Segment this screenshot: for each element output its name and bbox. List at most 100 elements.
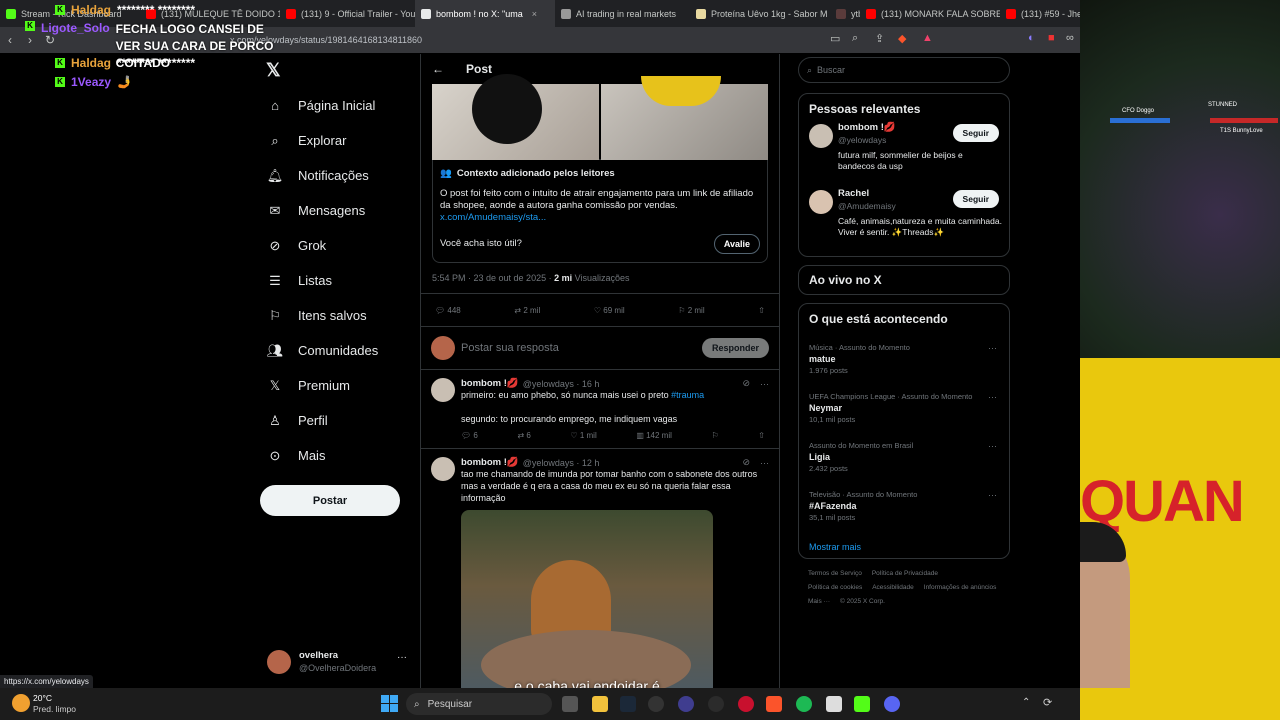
nav-item-7[interactable]: 👥︎ Comunidades [258,333,418,368]
post-media[interactable] [432,74,768,160]
extension-icon-2[interactable]: ■ [1048,32,1055,44]
more-dots-icon[interactable]: ··· [760,379,769,389]
reply-action[interactable]: 💬︎ 448 [435,306,461,315]
person-handle[interactable]: @yelowdays [838,135,886,145]
zoom-icon[interactable]: ⌕ [852,32,858,45]
browser-tab[interactable]: (131) MONARK FALA SOBRE [860,0,1000,27]
reply-tweet[interactable]: bombom !💋 @yelowdays · 12 h ⊘ ··· tao me… [421,449,779,688]
file-explorer-icon[interactable] [592,696,608,712]
avatar[interactable] [431,457,455,481]
show-more-link[interactable]: Mostrar mais [809,542,999,552]
more-dots-icon[interactable]: ··· [397,652,407,663]
avatar[interactable] [431,378,455,402]
trend-item[interactable]: Música · Assunto do Momento matue 1.976 po… [809,340,999,389]
close-tab-icon[interactable]: × [532,9,537,19]
person-name[interactable]: Rachel [838,188,869,199]
steam-icon[interactable] [620,696,636,712]
more-dots-icon[interactable]: ··· [988,343,997,353]
person-handle[interactable]: @Amudemaisy [838,201,896,211]
avatar[interactable] [809,124,833,148]
brave-rewards-icon[interactable]: ▲ [922,32,933,44]
share-icon[interactable]: ⇧ [758,431,765,440]
follow-button[interactable]: Seguir [952,124,999,142]
share-icon[interactable]: ⇪ [875,32,884,45]
back-icon[interactable]: ‹ [0,33,20,47]
app-icon[interactable] [648,696,664,712]
windows-start-icon[interactable] [381,695,398,712]
more-dots-icon[interactable]: ··· [988,441,997,451]
nav-item-10[interactable]: ⊙ Mais [258,438,418,473]
reply-input[interactable]: Postar sua resposta [461,342,696,354]
extension-icon-3[interactable]: ∞ [1066,32,1074,44]
cast-icon[interactable]: ▭ [830,32,840,45]
footer-link[interactable]: © 2025 X Corp. [840,595,885,609]
footer-link[interactable]: Política de Privacidade [872,567,938,581]
tweet-video[interactable]: e o caba vai endoidar é [461,510,713,688]
trend-item[interactable]: UEFA Champions League · Assunto do Momen… [809,389,999,438]
tweet-handle[interactable]: @yelowdays · 12 h [523,458,600,468]
note-link[interactable]: x.com/Amudemaisy/sta... [440,212,760,224]
browser-tab[interactable]: AI trading in real markets [555,0,690,27]
nav-item-2[interactable]: 🔔︎ Notificações [258,158,418,193]
extension-icon[interactable]: ◐ [1028,32,1035,44]
media-image-2[interactable] [601,76,768,160]
nav-item-3[interactable]: ✉ Mensagens [258,193,418,228]
avatar[interactable] [809,190,833,214]
taskbar-search[interactable]: ⌕ Pesquisar [406,693,552,715]
hashtag-link[interactable]: #trauma [671,390,704,400]
like-action[interactable]: ♡ 69 mil [594,306,625,315]
tweet-author[interactable]: bombom !💋 [461,457,519,468]
live-card[interactable]: Ao vivo no X [798,265,1010,295]
account-switcher[interactable]: ovelhera @OvelheraDoidera ··· [267,648,417,676]
reply-tweet[interactable]: bombom !💋 @yelowdays · 16 h ⊘ ··· primei… [421,370,779,449]
post-button[interactable]: Postar [260,485,400,516]
like-action[interactable]: ♡ 1 mil [570,431,596,440]
footer-link[interactable]: Mais ··· [808,595,830,609]
media-image-1[interactable] [432,74,599,160]
grok-icon[interactable]: ⊘ [742,378,750,389]
nav-item-1[interactable]: ⌕ Explorar [258,123,418,158]
nav-item-9[interactable]: ♙ Perfil [258,403,418,438]
person-item[interactable]: bombom !💋 @yelowdays futura milf, sommel… [809,122,999,188]
search-input[interactable]: Buscar [817,65,845,75]
trend-item[interactable]: Assunto do Momento em Brasil Ligia 2.432 p… [809,438,999,487]
weather-icon[interactable] [12,694,30,712]
notepad-icon[interactable] [826,696,842,712]
back-arrow-icon[interactable]: ← [432,62,444,76]
repost-action[interactable]: ⇄ 6 [517,431,530,440]
nav-item-5[interactable]: ☰ Listas [258,263,418,298]
follow-button[interactable]: Seguir [952,190,999,208]
rate-button[interactable]: Avalie [713,234,760,254]
tweet-handle[interactable]: @yelowdays · 16 h [523,379,600,389]
trend-item[interactable]: Televisão · Assunto do Momento #AFazenda 3… [809,487,999,536]
tweet-author[interactable]: bombom !💋 [461,378,519,389]
browser-tab[interactable]: Proteína Uêvo 1kg - Sabor M [690,0,830,27]
views-action[interactable]: ▥ 142 mil [636,431,672,440]
share-icon[interactable]: ⇧ [758,306,765,315]
discord-icon[interactable] [884,696,900,712]
browser-tab[interactable]: (131) #59 - Jhe [1000,0,1080,27]
task-view-icon[interactable] [562,696,578,712]
browser-tab[interactable]: ytb [830,0,860,27]
x-logo-icon[interactable]: 𝕏 [266,60,281,81]
nav-item-0[interactable]: ⌂ Página Inicial [258,88,418,123]
more-dots-icon[interactable]: ··· [760,458,769,468]
app-icon-2[interactable] [678,696,694,712]
sync-icon[interactable]: ⟳ [1043,696,1052,709]
more-dots-icon[interactable]: ··· [988,392,997,402]
nav-item-8[interactable]: 𝕏 Premium [258,368,418,403]
nav-item-4[interactable]: ⊘ Grok [258,228,418,263]
kick-icon[interactable] [854,696,870,712]
opera-icon[interactable] [738,696,754,712]
more-dots-icon[interactable]: ··· [988,490,997,500]
brave-icon[interactable] [766,696,782,712]
footer-link[interactable]: Informações de anúncios [924,581,997,595]
bookmark-action[interactable]: ⚐ 2 mil [678,306,704,315]
footer-link[interactable]: Termos de Serviço [808,567,862,581]
search-box[interactable]: ⌕ Buscar [798,57,1010,83]
bookmark-icon[interactable]: ⚐ [712,431,719,440]
obs-icon[interactable] [708,696,724,712]
nav-item-6[interactable]: ⚐ Itens salvos [258,298,418,333]
browser-tab[interactable]: bombom ! no X: "uma × [415,0,555,27]
reply-action[interactable]: 💬︎ 6 [461,431,478,440]
